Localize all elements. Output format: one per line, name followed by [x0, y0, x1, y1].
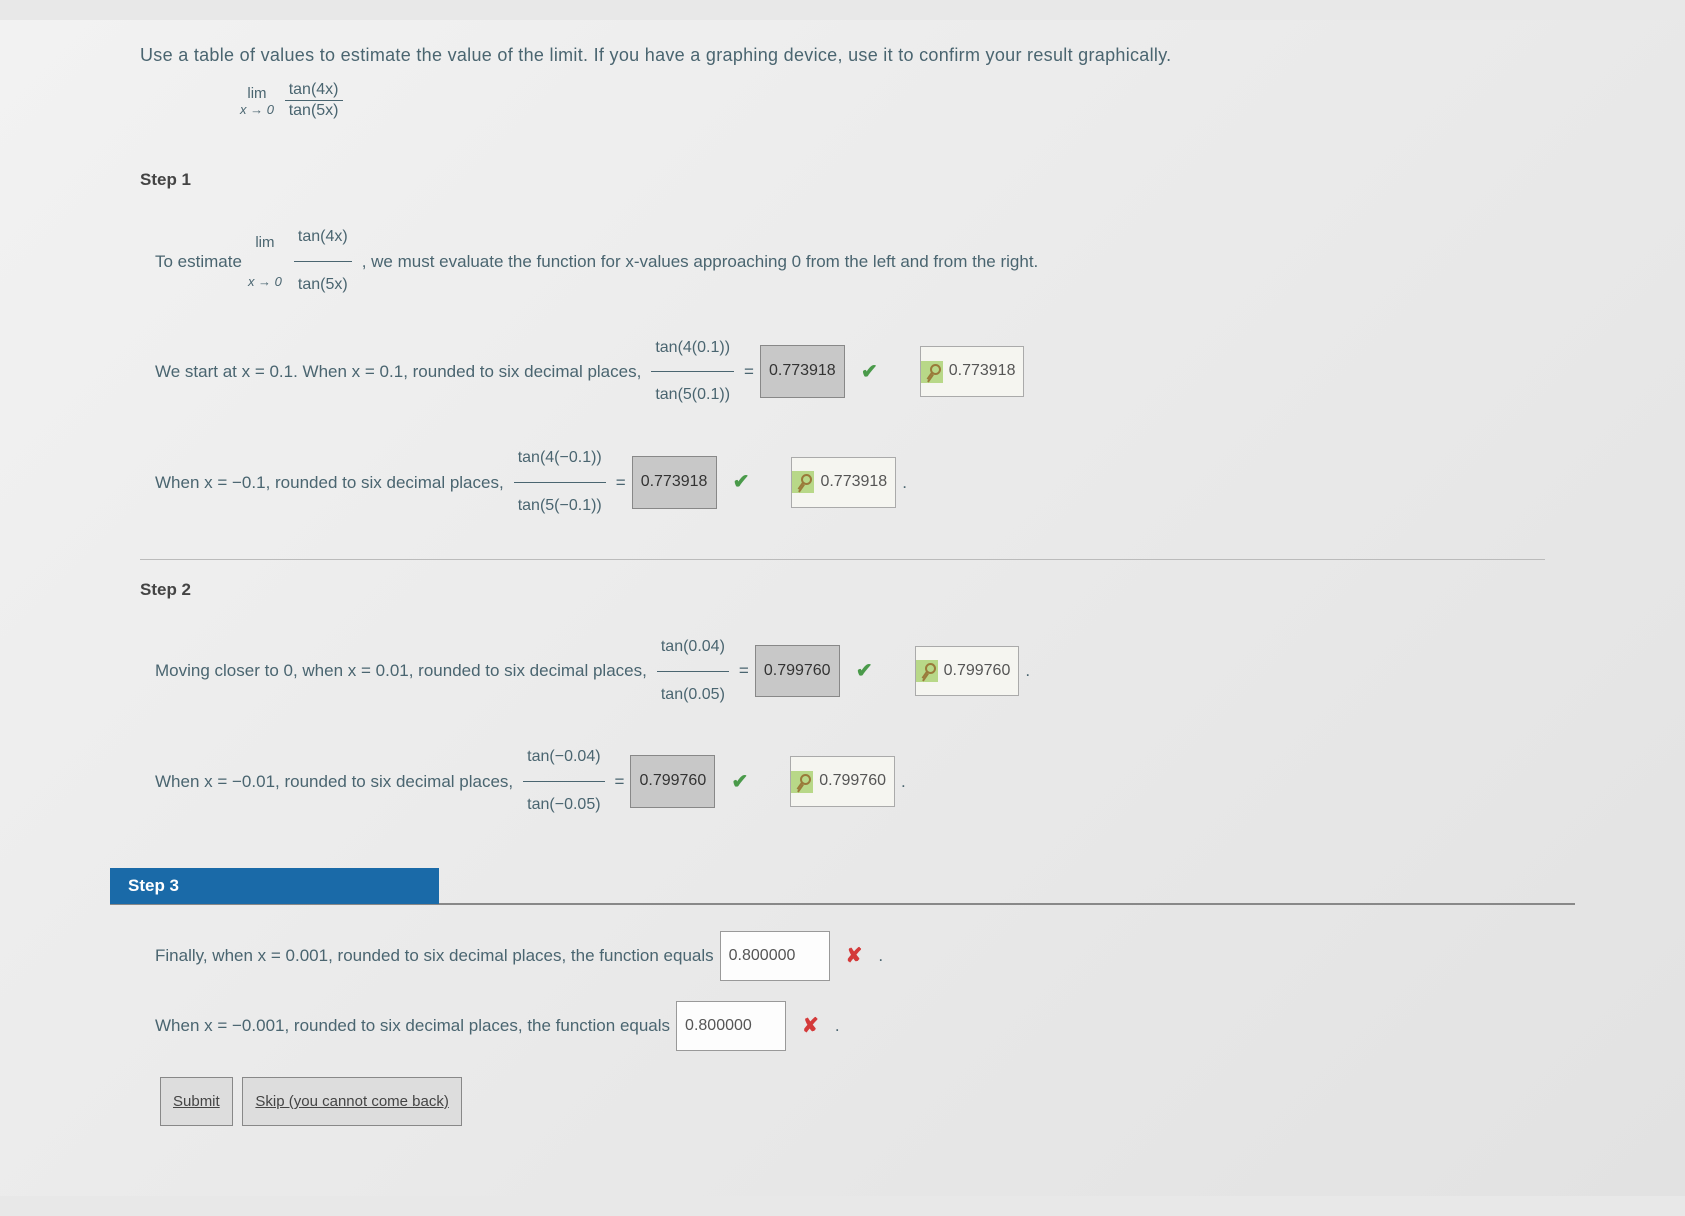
submit-button[interactable]: Submit — [160, 1077, 233, 1126]
step3-bar: Step 3 — [110, 868, 1575, 905]
step2-line-b: When x = −0.01, rounded to six decimal p… — [155, 758, 513, 806]
step3-line-b: When x = −0.001, rounded to six decimal … — [155, 1004, 670, 1048]
limit-expression: lim x → 0 tan(4x) tan(5x) — [240, 81, 1545, 120]
key-icon — [921, 361, 943, 383]
step3-heading: Step 3 — [110, 868, 439, 904]
skip-button[interactable]: Skip (you cannot come back) — [242, 1077, 461, 1126]
key-icon — [916, 660, 938, 682]
check-icon: ✔ — [861, 344, 878, 400]
limit-denominator: tan(5x) — [285, 101, 343, 120]
step3-answer-b[interactable]: 0.800000 — [676, 1001, 786, 1051]
step2-heading: Step 2 — [140, 580, 1545, 600]
worksheet-page: Use a table of values to estimate the va… — [0, 20, 1685, 1196]
cross-icon: ✘ — [802, 1000, 819, 1052]
step1-body: To estimate lim x → 0 tan(4x) tan(5x) , … — [140, 215, 1545, 529]
problem-instruction: Use a table of values to estimate the va… — [140, 45, 1545, 66]
step3-body: Finally, when x = 0.001, rounded to six … — [140, 905, 1545, 1156]
check-icon: ✔ — [731, 754, 748, 810]
button-bar: Submit Skip (you cannot come back) — [155, 1077, 1530, 1126]
answer-key-b2: 0.799760 — [790, 756, 895, 807]
step2-answer-a[interactable]: 0.799760 — [755, 645, 840, 698]
answer-key-b: 0.773918 — [791, 457, 896, 508]
lim-label: lim — [240, 85, 274, 102]
check-icon: ✔ — [856, 643, 873, 699]
step3-line-a: Finally, when x = 0.001, rounded to six … — [155, 934, 714, 978]
step2-line-a: Moving closer to 0, when x = 0.01, round… — [155, 647, 647, 695]
step1-intro-a: To estimate — [155, 238, 242, 286]
check-icon: ✔ — [733, 454, 750, 510]
step1-answer-a[interactable]: 0.773918 — [760, 345, 845, 398]
key-icon — [792, 471, 814, 493]
step2-body: Moving closer to 0, when x = 0.01, round… — [140, 625, 1545, 828]
answer-key-a: 0.773918 — [920, 346, 1025, 397]
limit-numerator: tan(4x) — [285, 81, 343, 101]
step1-line-b: When x = −0.1, rounded to six decimal pl… — [155, 459, 504, 507]
step3-answer-a[interactable]: 0.800000 — [720, 931, 830, 981]
divider — [140, 559, 1545, 560]
step2-answer-b[interactable]: 0.799760 — [630, 755, 715, 808]
step1-intro-b: , we must evaluate the function for x-va… — [362, 238, 1039, 286]
lim-sub: x → 0 — [240, 102, 274, 117]
step1-heading: Step 1 — [140, 170, 1545, 190]
key-icon — [791, 771, 813, 793]
step1-answer-b[interactable]: 0.773918 — [632, 456, 717, 509]
answer-key-a2: 0.799760 — [915, 646, 1020, 697]
cross-icon: ✘ — [846, 930, 863, 982]
step1-line-a: We start at x = 0.1. When x = 0.1, round… — [155, 348, 641, 396]
